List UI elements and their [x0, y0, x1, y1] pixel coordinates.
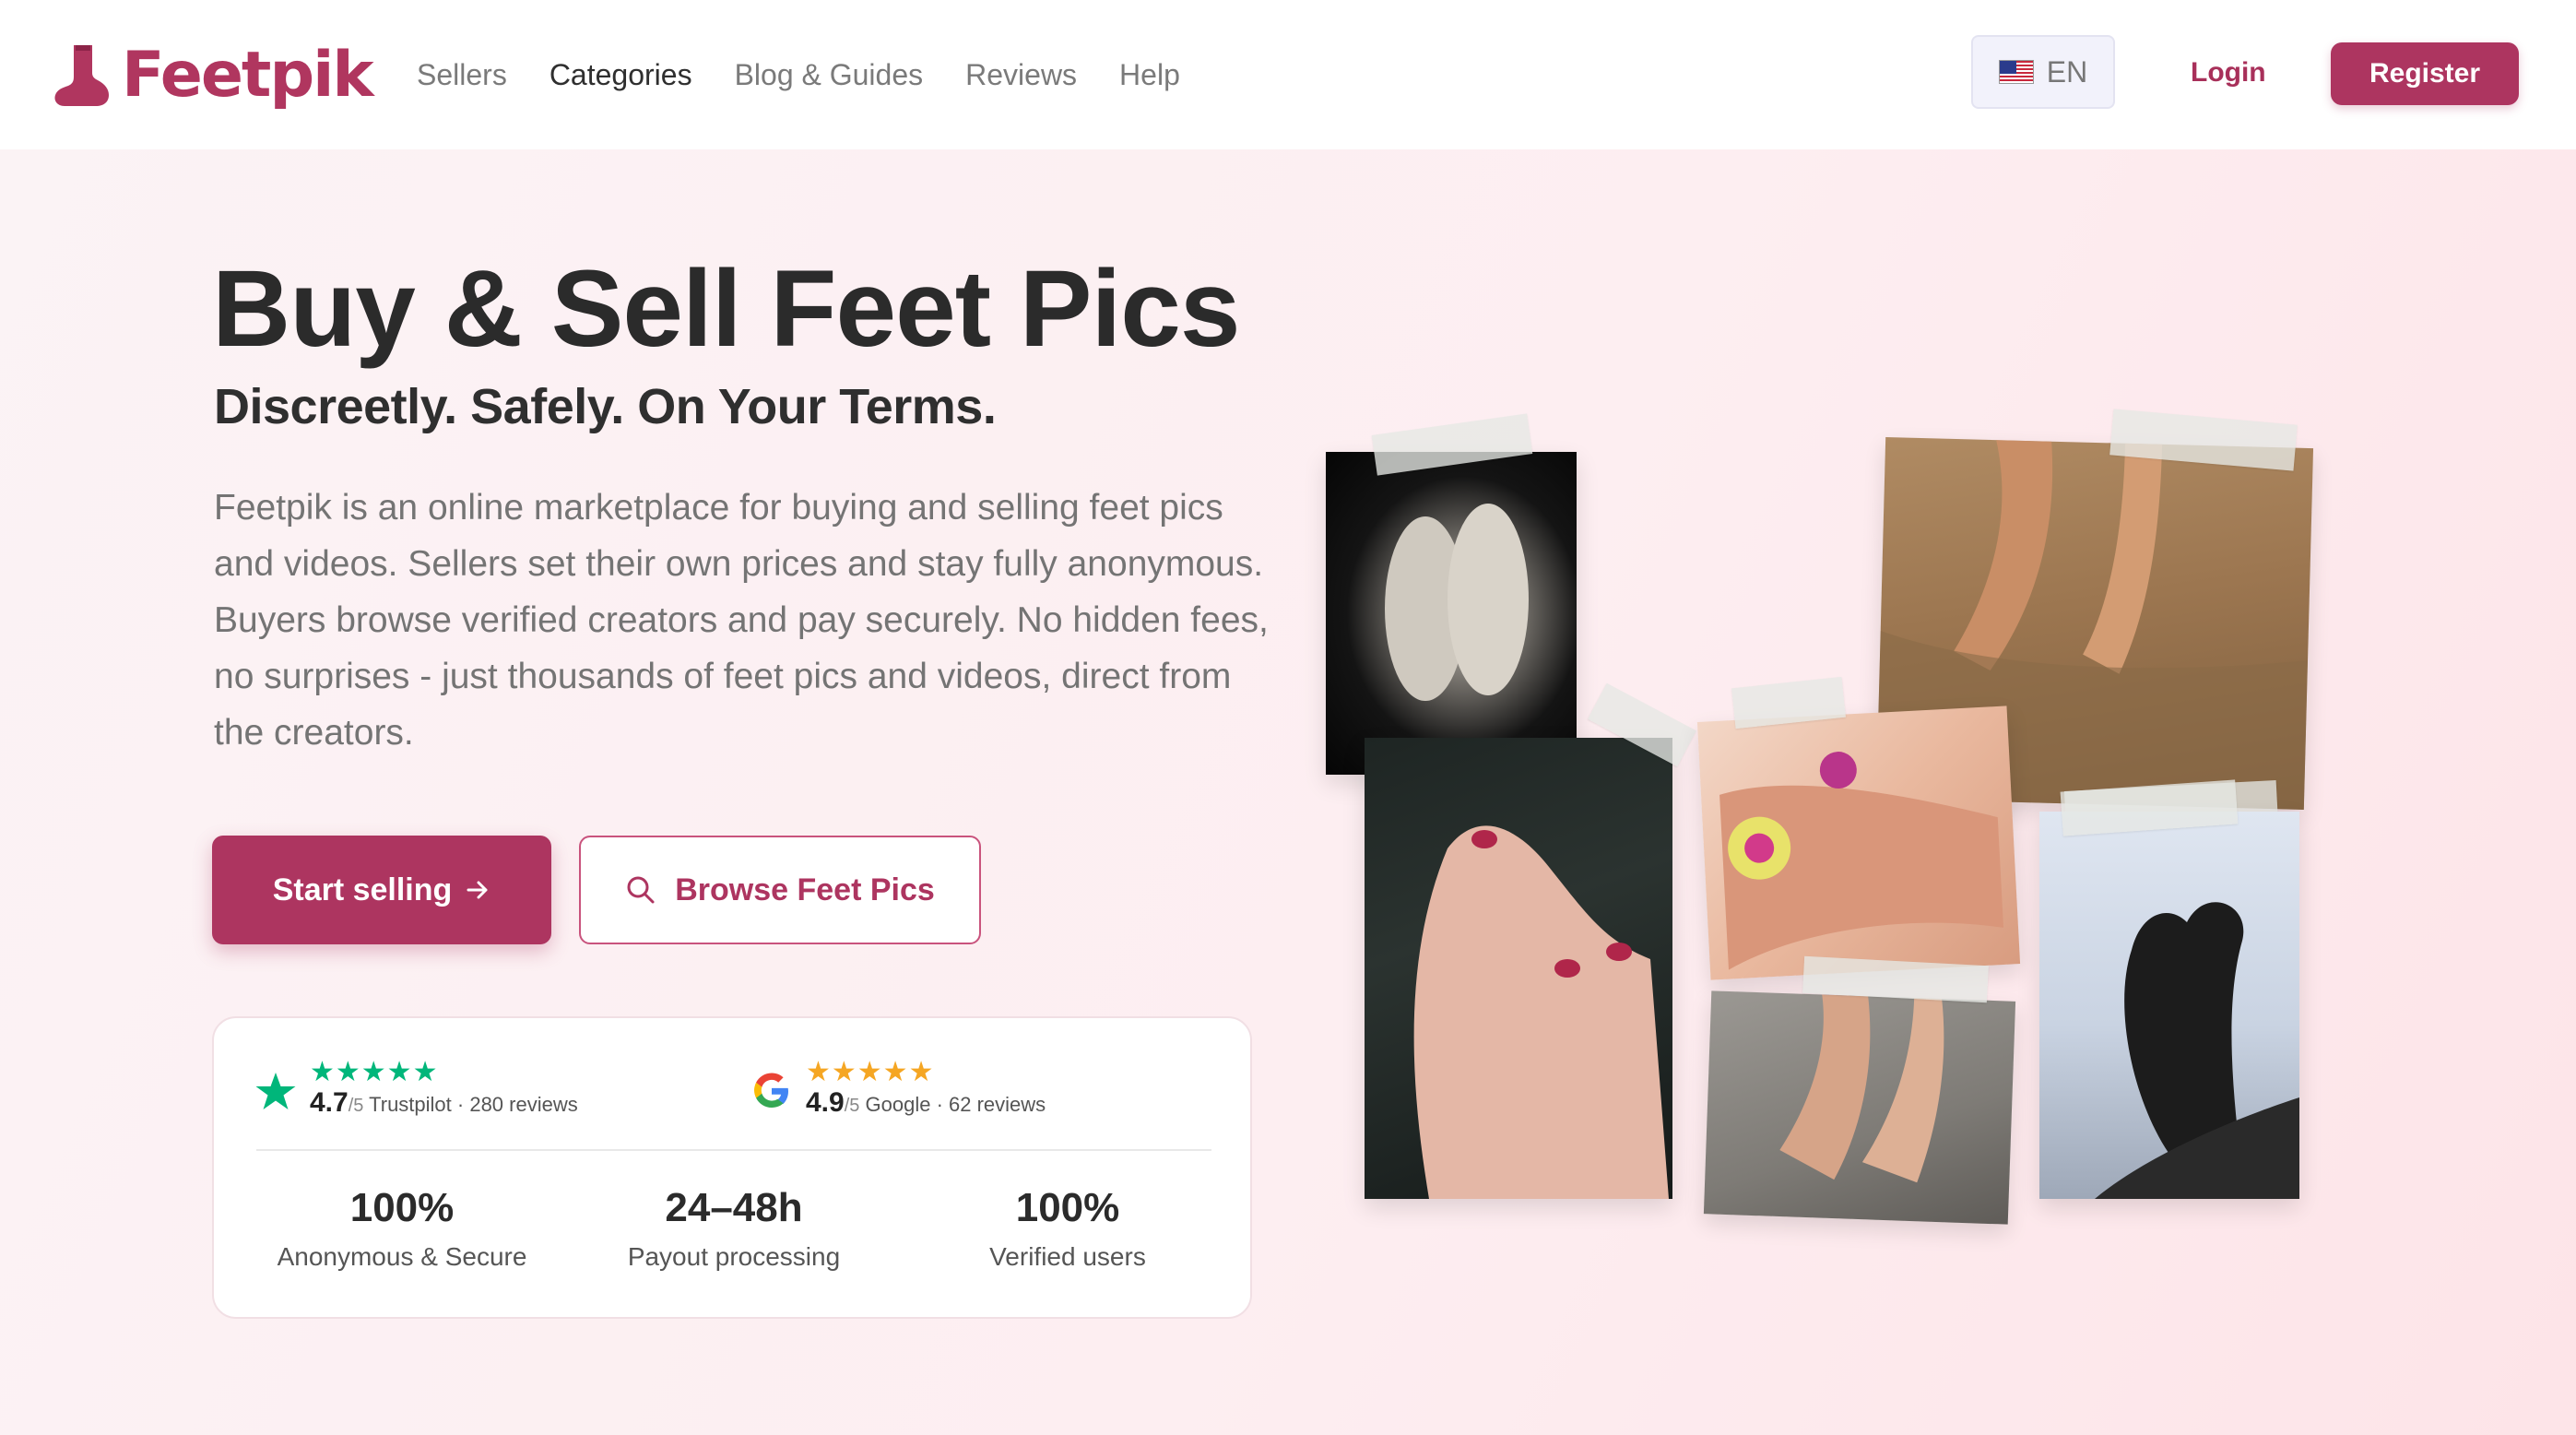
browse-label: Browse Feet Pics	[675, 872, 935, 907]
trustpilot-star-icon	[255, 1072, 296, 1109]
trust-card: ★★★★★ 4.7/5 Trustpilot · 280 reviews ★★★…	[212, 1016, 1252, 1319]
hero-description: Feetpik is an online marketplace for buy…	[214, 488, 1269, 753]
language-label: EN	[2046, 54, 2088, 89]
logo[interactable]: Feetpik	[53, 33, 374, 116]
login-link[interactable]: Login	[2191, 46, 2266, 100]
hero-section: Buy & Sell Feet Pics Discreetly. Safely.…	[0, 149, 2576, 1435]
logo-text: Feetpik	[122, 38, 374, 112]
sock-logo-icon	[54, 45, 109, 106]
google-rating[interactable]: ★★★★★ 4.9/5 Google · 62 reviews	[750, 1059, 1046, 1122]
photo-feet-silhouette	[2039, 812, 2299, 1199]
google-g-icon	[754, 1073, 788, 1108]
language-selector[interactable]: EN	[1971, 35, 2115, 109]
google-score-line: 4.9/5 Google · 62 reviews	[806, 1087, 1046, 1118]
photo-soles-bw	[1326, 452, 1577, 775]
stat-payout: 24–48h Payout processing	[627, 1185, 841, 1271]
stat-anonymous: 100% Anonymous & Secure	[277, 1185, 527, 1271]
nav-categories[interactable]: Categories	[549, 48, 692, 101]
trustpilot-score-line: 4.7/5 Trustpilot · 280 reviews	[310, 1087, 578, 1118]
stat-verified: 100% Verified users	[989, 1185, 1146, 1271]
main-nav: Sellers Categories Blog & Guides Reviews…	[417, 48, 1180, 101]
photo-feet-on-sand	[1703, 990, 2016, 1225]
search-icon	[627, 876, 655, 904]
nav-help[interactable]: Help	[1119, 48, 1180, 101]
photo-spa-feet-flowers	[1696, 706, 2021, 980]
hero-subtitle: Discreetly. Safely. On Your Terms.	[214, 379, 997, 434]
nav-blog-guides[interactable]: Blog & Guides	[735, 48, 924, 101]
trustpilot-rating[interactable]: ★★★★★ 4.7/5 Trustpilot · 280 reviews	[254, 1059, 578, 1122]
browse-feet-pics-button[interactable]: Browse Feet Pics	[579, 836, 981, 944]
start-selling-label: Start selling	[272, 872, 453, 907]
site-header: Feetpik Sellers Categories Blog & Guides…	[0, 0, 2576, 149]
nav-sellers[interactable]: Sellers	[417, 48, 507, 101]
start-selling-button[interactable]: Start selling	[212, 836, 551, 944]
us-flag-icon	[1998, 60, 2034, 84]
stats-divider	[256, 1149, 1211, 1151]
trustpilot-stars: ★★★★★	[310, 1057, 439, 1087]
photo-foot-red-nails	[1365, 738, 1672, 1199]
nav-reviews[interactable]: Reviews	[965, 48, 1077, 101]
hero-title: Buy & Sell Feet Pics	[212, 248, 1241, 370]
register-button[interactable]: Register	[2331, 42, 2519, 105]
arrow-right-icon	[467, 881, 488, 899]
google-stars: ★★★★★	[806, 1057, 935, 1087]
